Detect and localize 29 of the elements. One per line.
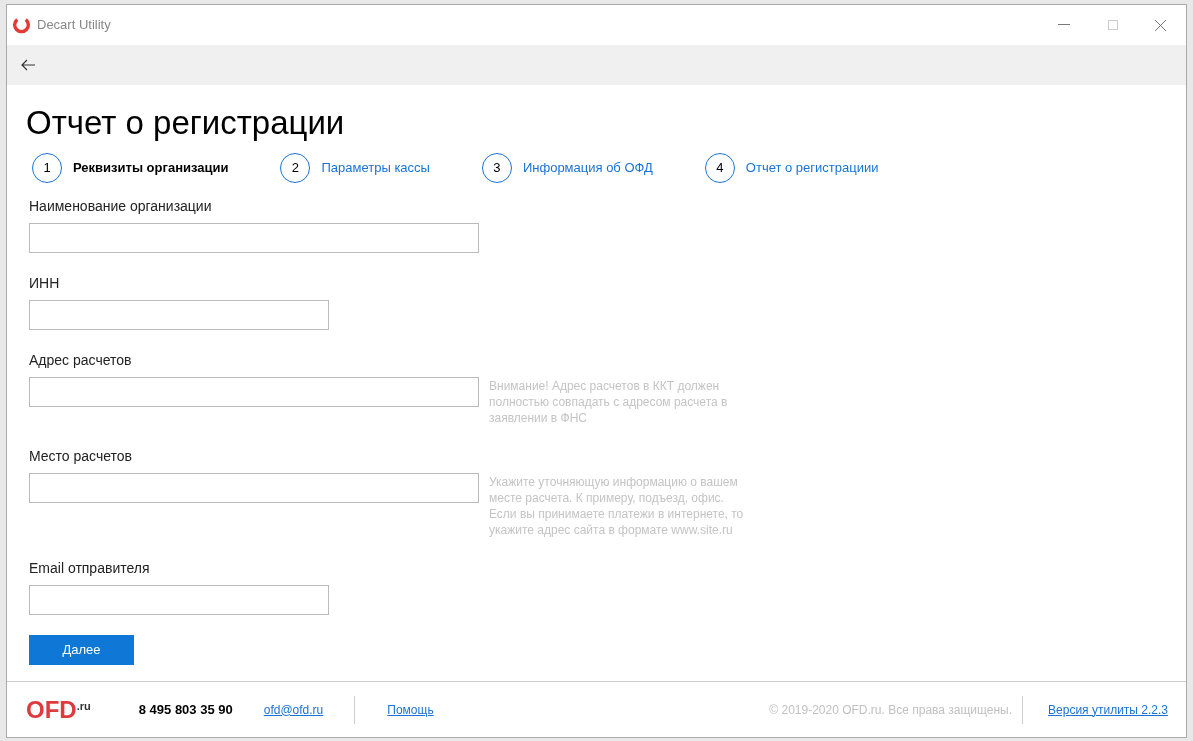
- close-icon[interactable]: [1155, 19, 1166, 31]
- hint-text: Внимание! Адрес расчетов в ККТ должен полностью совпадать с адресом расчета в заявлении в ФНС: [489, 378, 729, 426]
- input-field[interactable]: [29, 223, 479, 253]
- next-button[interactable]: Далее: [29, 635, 134, 665]
- field-label: Адрес расчетов: [29, 351, 133, 370]
- step-tab[interactable]: Информация об ОФД: [522, 158, 653, 178]
- back-arrow-icon[interactable]: [20, 59, 36, 71]
- input-field[interactable]: [29, 377, 479, 407]
- app-logo-icon: [13, 16, 30, 34]
- step-tab[interactable]: Отчет о регистрациии: [745, 158, 879, 178]
- copyright-text: © 2019-2020 OFD.ru. Все права защищены.: [769, 701, 1013, 719]
- step-tab[interactable]: Параметры кассы: [321, 158, 430, 178]
- hint-text: Укажите уточняющую информацию о вашем месте расчета. К примеру, подъезд, офис. Если вы принимаете платежи в интернете, то укажите адрес сайта в формате www.site.ru: [489, 474, 745, 538]
- field-label: ИНН: [29, 274, 61, 293]
- input-field[interactable]: [29, 300, 329, 330]
- version-link[interactable]: Версия утилиты 2.2.3: [1048, 700, 1168, 719]
- field-label: Место расчетов: [29, 447, 134, 466]
- input-field[interactable]: [29, 585, 329, 615]
- field-label: Email отправителя: [29, 559, 151, 578]
- page-title: Отчет о регистрации: [26, 103, 346, 143]
- email-link[interactable]: ofd@ofd.ru: [263, 700, 324, 719]
- window-title: Decart Utility: [37, 16, 111, 35]
- maximize-icon[interactable]: [1108, 20, 1118, 30]
- input-field[interactable]: [29, 473, 479, 503]
- phone-number: 8 495 803 35 90: [138, 700, 233, 719]
- step-tab[interactable]: Реквизиты организации: [73, 158, 229, 178]
- field-label: Наименование организации: [29, 197, 213, 216]
- minimize-icon[interactable]: [1058, 24, 1070, 26]
- help-link[interactable]: Помощь: [387, 700, 434, 719]
